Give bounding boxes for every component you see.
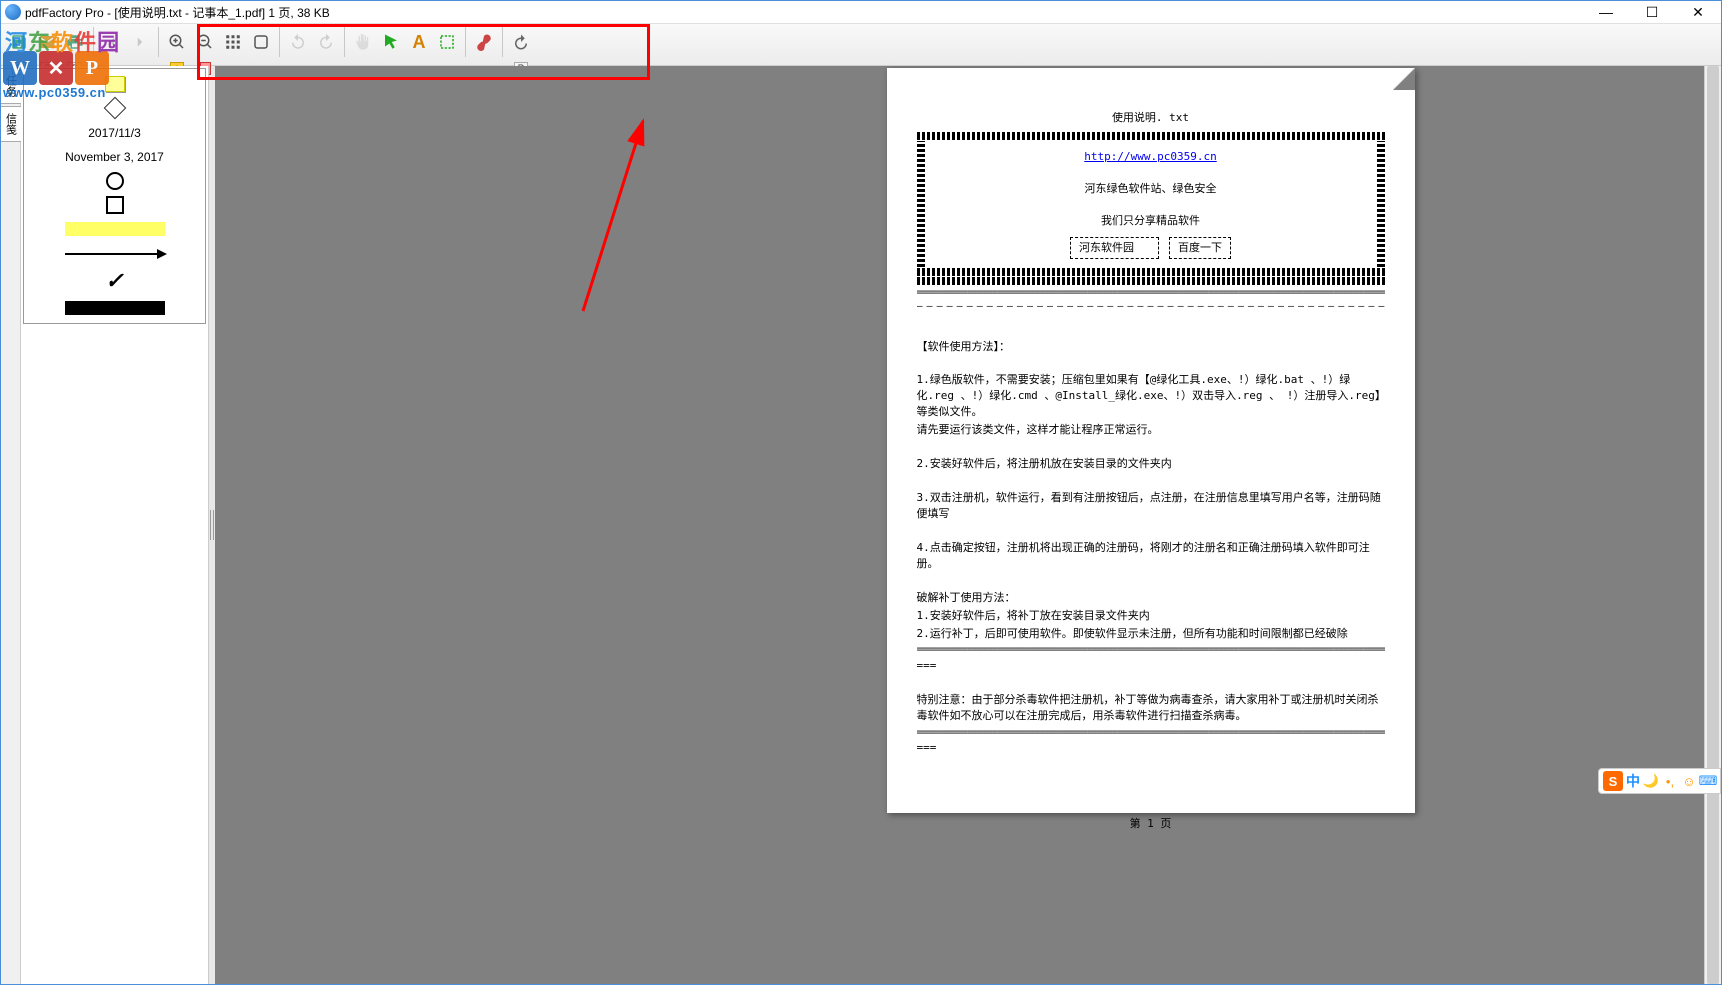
- site-url[interactable]: http://www.pc0359.cn: [1084, 150, 1216, 163]
- ime-moon-icon[interactable]: 🌙: [1643, 773, 1659, 789]
- page-number: 第 1 页: [917, 816, 1385, 832]
- ime-face-icon[interactable]: ☺: [1681, 773, 1697, 789]
- sogou-icon[interactable]: S: [1603, 771, 1623, 791]
- stamp-note[interactable]: [30, 75, 199, 93]
- forward-button[interactable]: [127, 29, 153, 55]
- email-button[interactable]: S: [34, 29, 60, 55]
- app-window: 河东软件园 W ✕ P www.pc0359.cn pdfFactory Pro…: [0, 0, 1722, 985]
- vertical-scrollbar[interactable]: [1704, 66, 1721, 984]
- header-box: http://www.pc0359.cn 河东绿色软件站、绿色安全 我们只分享精…: [925, 141, 1377, 267]
- text-tool[interactable]: A: [406, 29, 432, 55]
- app-icon: [5, 4, 21, 20]
- stamp-date-long[interactable]: November 3, 2017: [30, 148, 199, 166]
- ime-punct-icon[interactable]: •,: [1662, 773, 1678, 789]
- annotation-arrow: [573, 111, 773, 321]
- stamp-arrow[interactable]: [30, 245, 199, 263]
- ime-lang[interactable]: 中: [1626, 771, 1640, 791]
- body-text: 【软件使用方法】： 1.绿色版软件，不需要安装；压缩包里如果有【@绿化工具.ex…: [917, 339, 1385, 757]
- zoom-in-button[interactable]: +: [164, 29, 190, 55]
- zoom-out-button[interactable]: -: [192, 29, 218, 55]
- side-tabs: 任务 信笺: [1, 66, 21, 984]
- window-title: pdfFactory Pro - [使用说明.txt - 记事本_1.pdf] …: [25, 4, 1583, 21]
- ime-toolbar[interactable]: S 中 🌙 •, ☺ ⌨: [1598, 768, 1721, 794]
- page-fold-icon: [1393, 68, 1415, 90]
- back-button[interactable]: [99, 29, 125, 55]
- stamp-diamond[interactable]: [30, 99, 199, 117]
- redo-button[interactable]: [313, 29, 339, 55]
- stamp-circle[interactable]: [30, 172, 199, 190]
- stamp-square[interactable]: [30, 196, 199, 214]
- document-viewer[interactable]: 使用说明. txt http://www.pc0359.cn 河东绿色软件站、绿…: [215, 66, 1721, 984]
- print-button[interactable]: P: [62, 29, 88, 55]
- close-button[interactable]: ✕: [1675, 1, 1721, 23]
- fullscreen-button[interactable]: [248, 29, 274, 55]
- doc-title: 使用说明. txt: [917, 110, 1385, 126]
- pdf-page: 使用说明. txt http://www.pc0359.cn 河东绿色软件站、绿…: [887, 68, 1415, 813]
- toolbar: E S P + -: [1, 24, 1721, 66]
- ime-keyboard-icon[interactable]: ⌨: [1700, 773, 1716, 789]
- save-button[interactable]: E: [6, 29, 32, 55]
- sidebar-stamps: 2017/11/3 November 3, 2017 ✓: [21, 66, 209, 984]
- maximize-button[interactable]: ☐: [1629, 1, 1675, 23]
- stamp-highlight[interactable]: [30, 220, 199, 238]
- btn-baidu[interactable]: 百度一下: [1169, 237, 1231, 259]
- thumbnails-button[interactable]: [220, 29, 246, 55]
- window-controls: — ☐ ✕: [1583, 1, 1721, 23]
- tab-letterhead[interactable]: 信笺: [1, 106, 22, 142]
- btn-site[interactable]: 河东软件园: [1070, 237, 1159, 259]
- hand-tool[interactable]: [350, 29, 376, 55]
- stamp-checkmark[interactable]: ✓: [30, 269, 199, 293]
- pointer-tool[interactable]: [378, 29, 404, 55]
- select-area-tool[interactable]: [434, 29, 460, 55]
- rotate-button[interactable]: R: [508, 29, 534, 55]
- titlebar: pdfFactory Pro - [使用说明.txt - 记事本_1.pdf] …: [1, 1, 1721, 24]
- stamp-date-short[interactable]: 2017/11/3: [30, 123, 199, 141]
- content-area: 任务 信笺 2017/11/3 November 3, 2017 ✓: [1, 66, 1721, 984]
- stamp-redact[interactable]: [30, 299, 199, 317]
- undo-button[interactable]: [285, 29, 311, 55]
- link-tool[interactable]: [471, 29, 497, 55]
- minimize-button[interactable]: —: [1583, 1, 1629, 23]
